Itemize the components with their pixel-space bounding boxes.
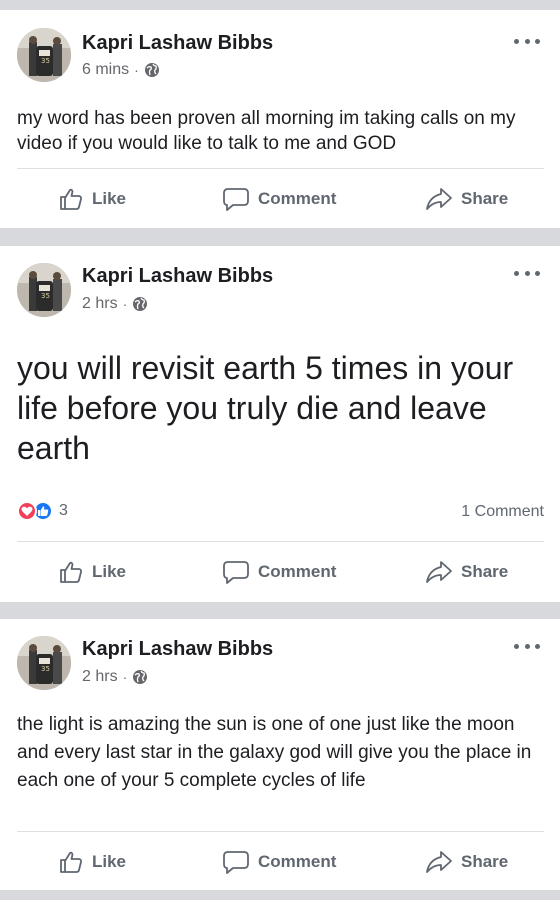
like-label: Like <box>92 562 127 581</box>
svg-text:35: 35 <box>41 292 50 300</box>
love-reaction-icon <box>17 501 37 521</box>
share-icon <box>426 561 452 583</box>
author-name[interactable]: Kapri Lashaw Bibbs <box>82 32 273 55</box>
svg-text:35: 35 <box>41 665 50 673</box>
comment-label: Comment <box>258 562 337 581</box>
avatar[interactable]: 35 <box>17 263 71 317</box>
globe-icon <box>133 297 148 311</box>
thumbs-up-icon <box>60 851 82 873</box>
action-bar: Like Comment Share <box>0 840 560 884</box>
thumbs-up-icon <box>60 561 82 583</box>
timestamp[interactable]: 2 hrs <box>82 295 118 313</box>
separator: · <box>134 62 139 78</box>
comment-label: Comment <box>258 189 337 208</box>
share-button[interactable]: Share <box>425 177 508 221</box>
avatar[interactable]: 35 <box>17 636 71 690</box>
comment-button[interactable]: Comment <box>222 177 336 221</box>
post-text: the light is amazing the sun is one of o… <box>17 714 532 791</box>
author-name[interactable]: Kapri Lashaw Bibbs <box>82 638 273 661</box>
comment-icon <box>223 188 249 211</box>
more-options-icon[interactable] <box>514 641 540 651</box>
post-card: 35 Kapri Lashaw Bibbs 2 hrs · you will r… <box>0 246 560 602</box>
separator: · <box>122 669 128 685</box>
action-bar: Like Comment Share <box>0 550 560 594</box>
comment-icon <box>223 851 249 874</box>
divider <box>17 831 544 832</box>
share-button[interactable]: Share <box>425 550 508 594</box>
comment-button[interactable]: Comment <box>222 840 336 884</box>
more-options-icon[interactable] <box>514 268 540 278</box>
like-label: Like <box>92 852 127 871</box>
thumbs-up-icon <box>60 188 82 210</box>
comment-count-link[interactable]: 1 Comment <box>461 503 544 521</box>
like-button[interactable]: Like <box>58 550 126 594</box>
reaction-count: 3 <box>59 502 68 519</box>
post-card: 35 Kapri Lashaw Bibbs 2 hrs · the light … <box>0 619 560 890</box>
timestamp[interactable]: 6 mins <box>82 61 129 79</box>
like-button[interactable]: Like <box>58 840 126 884</box>
post-meta: 6 mins · <box>82 61 160 79</box>
post-meta: 2 hrs · <box>82 668 148 686</box>
share-icon <box>426 851 452 873</box>
comment-label: Comment <box>258 852 337 871</box>
more-options-icon[interactable] <box>514 36 540 46</box>
post-text: my word has been proven all morning im t… <box>17 108 516 154</box>
avatar[interactable]: 35 <box>17 28 71 82</box>
share-label: Share <box>461 852 509 871</box>
post-meta: 2 hrs · <box>82 295 148 313</box>
timestamp[interactable]: 2 hrs <box>82 668 118 686</box>
author-name[interactable]: Kapri Lashaw Bibbs <box>82 265 273 288</box>
action-bar: Like Comment Share <box>0 177 560 221</box>
reactions-summary[interactable]: 3 <box>17 501 68 521</box>
globe-icon <box>133 670 148 684</box>
like-button[interactable]: Like <box>58 177 126 221</box>
comment-icon <box>223 561 249 584</box>
post-text: you will revisit earth 5 times in your l… <box>17 350 514 466</box>
comment-button[interactable]: Comment <box>222 550 336 594</box>
share-label: Share <box>461 189 509 208</box>
post-card: 35 Kapri Lashaw Bibbs 6 mins · my word h… <box>0 10 560 228</box>
share-button[interactable]: Share <box>425 840 508 884</box>
svg-text:35: 35 <box>41 57 50 65</box>
share-label: Share <box>461 562 509 581</box>
divider <box>17 541 544 542</box>
share-icon <box>426 188 452 210</box>
like-label: Like <box>92 189 127 208</box>
globe-icon <box>144 63 159 77</box>
divider <box>17 168 544 169</box>
separator: · <box>122 296 128 312</box>
